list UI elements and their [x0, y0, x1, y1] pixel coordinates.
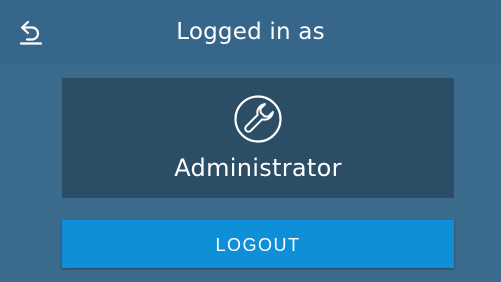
back-button[interactable] — [12, 14, 50, 50]
header-bar: Logged in as — [0, 0, 501, 64]
login-status-screen: Logged in as Administrator LOGOUT — [0, 0, 501, 282]
logout-button[interactable]: LOGOUT — [62, 220, 454, 268]
user-card: Administrator — [62, 78, 454, 198]
back-arrow-icon — [19, 20, 43, 45]
user-role-label: Administrator — [174, 154, 342, 182]
content-area: Administrator LOGOUT — [0, 64, 501, 282]
wrench-icon — [234, 95, 282, 143]
page-title: Logged in as — [176, 19, 325, 45]
